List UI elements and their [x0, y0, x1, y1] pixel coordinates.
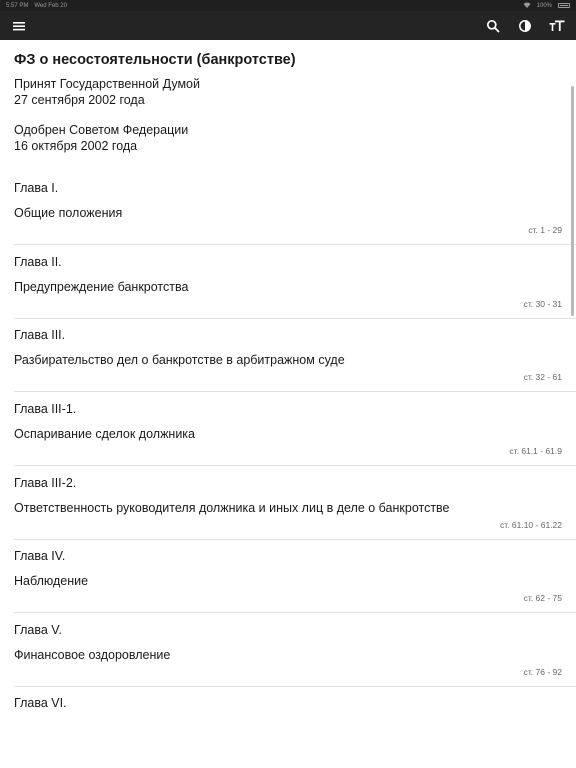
chapter-range: ст. 1 - 29 [528, 225, 562, 235]
chapter-item[interactable]: Глава III. Разбирательство дел о банкрот… [0, 328, 576, 402]
search-icon [486, 19, 500, 32]
chapter-number: Глава III-2. [14, 476, 77, 490]
chapter-name: Разбирательство дел о банкротстве в арби… [14, 353, 345, 367]
status-bar: 5:57 PM Wed Feb 20 100% [0, 0, 576, 11]
app-bar [0, 11, 576, 40]
approved-line2: 16 октября 2002 года [14, 139, 138, 153]
chapter-item[interactable]: Глава III-2. Ответственность руководител… [0, 476, 576, 550]
status-time: 5:57 PM [6, 2, 29, 9]
divider [14, 539, 576, 540]
chapter-number: Глава I. [14, 181, 59, 195]
chapter-range: ст. 61.1 - 61.9 [509, 446, 562, 456]
adopted-line2: 27 сентября 2002 года [14, 93, 145, 107]
contrast-button[interactable] [516, 17, 534, 35]
battery-percent: 100% [536, 2, 552, 9]
adopted-line1: Принят Государственной Думой [14, 77, 200, 91]
document-title: ФЗ о несостоятельности (банкротстве) [14, 52, 296, 68]
chapter-item[interactable]: Глава IV. Наблюдение ст. 62 - 75 [0, 549, 576, 623]
divider [14, 686, 576, 687]
chapter-number: Глава III-1. [14, 402, 77, 416]
chapter-name: Общие положения [14, 206, 123, 220]
chapter-name: Ответственность руководителя должника и … [14, 501, 450, 515]
chapter-item[interactable]: Глава III-1. Оспаривание сделок должника… [0, 402, 576, 476]
chapter-range: ст. 32 - 61 [523, 372, 562, 382]
chapter-name: Оспаривание сделок должника [14, 427, 196, 441]
menu-icon [13, 21, 25, 30]
contrast-icon [519, 19, 531, 32]
text-size-button[interactable] [548, 17, 566, 35]
divider [14, 465, 576, 466]
chapter-range: ст. 30 - 31 [523, 299, 562, 309]
divider [14, 391, 576, 392]
wifi-icon [523, 2, 531, 10]
chapter-number: Глава V. [14, 623, 62, 637]
chapter-name: Предупреждение банкротства [14, 280, 189, 294]
approved-line1: Одобрен Советом Федерации [14, 123, 189, 137]
search-button[interactable] [484, 17, 502, 35]
chapter-item[interactable]: Глава I. Общие положения ст. 1 - 29 [0, 181, 576, 255]
chapter-range: ст. 76 - 92 [523, 667, 562, 677]
chapter-item[interactable]: Глава II. Предупреждение банкротства ст.… [0, 255, 576, 329]
battery-icon [558, 3, 570, 8]
text-size-icon [549, 20, 565, 31]
chapter-number: Глава VI. [14, 696, 67, 710]
status-date: Wed Feb 20 [34, 2, 67, 9]
chapter-item[interactable]: Глава V. Финансовое оздоровление ст. 76 … [0, 623, 576, 697]
chapter-name: Наблюдение [14, 574, 89, 588]
divider [14, 244, 576, 245]
divider [14, 318, 576, 319]
menu-button[interactable] [10, 17, 28, 35]
chapter-item[interactable]: Глава VI. [0, 696, 576, 768]
chapter-name: Финансовое оздоровление [14, 648, 171, 662]
divider [14, 612, 576, 613]
scrollbar[interactable] [571, 86, 574, 316]
chapter-range: ст. 61.10 - 61.22 [499, 520, 562, 530]
chapter-number: Глава III. [14, 328, 66, 342]
chapter-range: ст. 62 - 75 [523, 593, 562, 603]
document-content: ФЗ о несостоятельности (банкротстве) При… [0, 40, 576, 768]
chapter-number: Глава II. [14, 255, 62, 269]
chapter-number: Глава IV. [14, 549, 66, 563]
